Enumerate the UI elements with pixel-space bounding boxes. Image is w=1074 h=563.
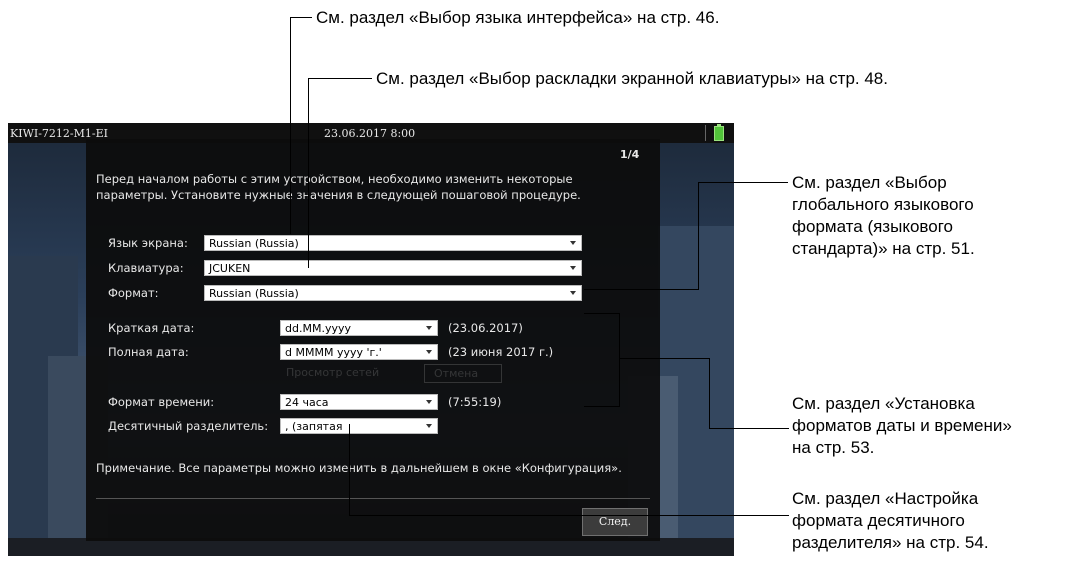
dialog-divider [96, 498, 650, 499]
time-format-select[interactable]: 24 часа [280, 394, 438, 410]
leader-line [584, 406, 620, 407]
callout-line: стандарта)» на стр. 51. [792, 239, 975, 258]
leader-line [349, 424, 350, 516]
callout-line: форматов даты и времени» [792, 416, 1012, 435]
format-label: Формат: [108, 286, 159, 300]
leader-line [709, 358, 710, 429]
leader-line [308, 78, 372, 79]
leader-line [619, 313, 620, 407]
callout-line: См. раздел «Выбор [792, 173, 947, 192]
chevron-down-icon [426, 424, 432, 428]
leader-line [698, 182, 699, 289]
next-button[interactable]: След. [582, 508, 648, 536]
title-bar-divider [705, 125, 706, 141]
ghost-button-label: Отмена [434, 367, 479, 380]
screen-language-value: Russian (Russia) [209, 237, 299, 250]
leader-line [349, 515, 789, 516]
callout-line: разделителя» на стр. 54. [792, 533, 989, 552]
callout-ui-language: См. раздел «Выбор языка интерфейса» на с… [316, 8, 720, 27]
callout-keyboard-layout: См. раздел «Выбор раскладки экранной кла… [376, 69, 888, 88]
ghost-text: Просмотр сетей [286, 366, 380, 379]
decimal-separator-value: , (запятая [285, 420, 343, 433]
callout-line: формата (языкового [792, 217, 953, 236]
time-format-value: 24 часа [285, 396, 329, 409]
callout-line: глобального языкового [792, 195, 974, 214]
leader-line [584, 289, 699, 290]
leader-line [308, 78, 309, 268]
callout-date-time-formats: См. раздел «Установка форматов даты и вр… [792, 393, 1012, 459]
long-date-value: d MMMM yyyy 'г.' [285, 346, 382, 359]
setup-wizard-dialog: 1/4 Перед началом работы с этим устройст… [86, 139, 660, 541]
long-date-example: (23 июня 2017 г.) [448, 345, 554, 359]
long-date-label: Полная дата: [108, 345, 189, 359]
leader-line [709, 428, 789, 429]
device-screenshot: KIWI-7212-M1-EI 23.06.2017 8:00 1/4 Пере… [8, 123, 734, 556]
chevron-down-icon [570, 241, 576, 245]
callout-line: См. раздел «Установка [792, 394, 975, 413]
leader-line [619, 358, 709, 359]
leader-line [290, 17, 291, 234]
callout-line: на стр. 53. [792, 438, 875, 457]
callout-line: формата десятичного [792, 511, 965, 530]
callout-global-format: См. раздел «Выбор глобального языкового … [792, 172, 975, 260]
leader-line [698, 182, 788, 183]
short-date-value: dd.MM.yyyy [285, 322, 351, 335]
chevron-down-icon [426, 400, 432, 404]
short-date-example: (23.06.2017) [448, 321, 523, 335]
note-text: Примечание. Все параметры можно изменить… [96, 461, 622, 475]
keyboard-select[interactable]: JCUKEN [204, 260, 582, 276]
format-value: Russian (Russia) [209, 287, 299, 300]
callout-decimal-separator: См. раздел «Настройка формата десятичног… [792, 488, 989, 554]
short-date-select[interactable]: dd.MM.yyyy [280, 320, 438, 336]
chevron-down-icon [570, 291, 576, 295]
callout-line: См. раздел «Настройка [792, 489, 979, 508]
decimal-separator-label: Десятичный разделитель: [108, 419, 269, 433]
intro-text-line2: параметры. Установите нужные значения в … [96, 188, 581, 202]
format-select[interactable]: Russian (Russia) [204, 285, 582, 301]
chevron-down-icon [426, 350, 432, 354]
decimal-separator-select[interactable]: , (запятая [280, 418, 438, 434]
keyboard-label: Клавиатура: [108, 261, 184, 275]
short-date-label: Краткая дата: [108, 321, 195, 335]
keyboard-value: JCUKEN [209, 262, 251, 275]
time-format-example: (7:55:19) [448, 395, 502, 409]
chevron-down-icon [426, 326, 432, 330]
screen-language-label: Язык экрана: [108, 236, 188, 250]
battery-icon [714, 124, 724, 141]
page-indicator: 1/4 [620, 148, 640, 161]
intro-text-line1: Перед началом работы с этим устройством,… [96, 172, 573, 186]
screen-language-select[interactable]: Russian (Russia) [204, 235, 582, 251]
leader-line [584, 313, 620, 314]
chevron-down-icon [570, 266, 576, 270]
long-date-select[interactable]: d MMMM yyyy 'г.' [280, 344, 438, 360]
leader-line [290, 17, 312, 18]
time-format-label: Формат времени: [108, 395, 215, 409]
